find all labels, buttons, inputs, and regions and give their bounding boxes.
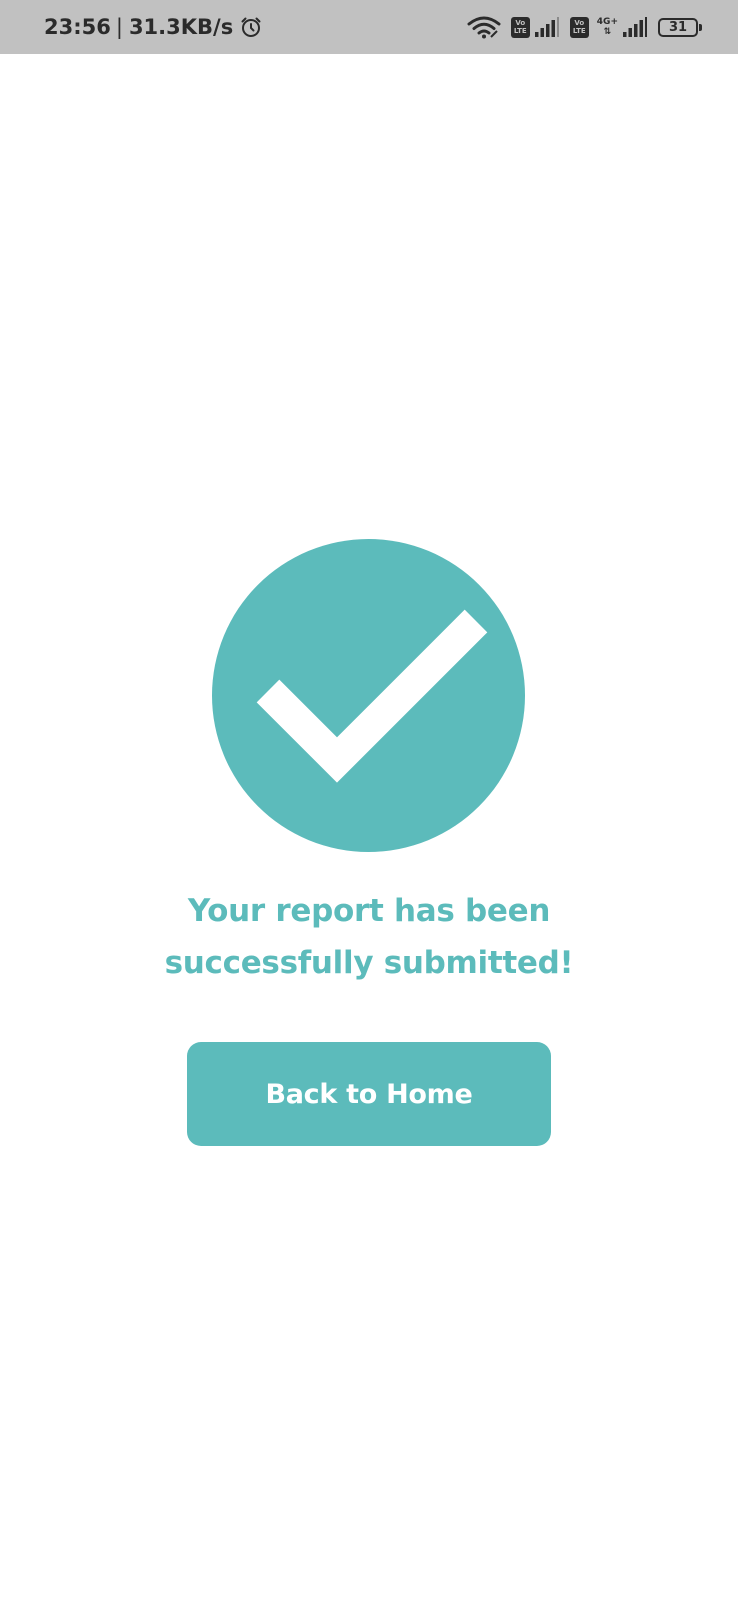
status-separator: | (115, 15, 123, 39)
status-right: Vo LTE Vo LTE 4G+ ⇅ 31 (463, 0, 702, 54)
alarm-clock-icon (239, 15, 263, 39)
status-left: 23:56 | 31.3KB/s (44, 0, 263, 54)
clock: 23:56 (44, 15, 111, 39)
sim1-signal-icon (534, 16, 560, 38)
sim1-volte-top: Vo (515, 19, 526, 27)
sim2-volte-badge: Vo LTE (569, 16, 589, 38)
sim2-volte-top: Vo (574, 19, 585, 27)
data-activity-icon: ⇅ (603, 27, 612, 37)
back-to-home-button[interactable]: Back to Home (187, 1042, 551, 1146)
network-speed: 31.3KB/s (128, 15, 234, 39)
wifi-icon (467, 15, 501, 39)
checkmark-circle-icon (212, 539, 525, 852)
success-message-line-2: successfully submitted! (164, 945, 574, 981)
sim1-volte-badge: Vo LTE (510, 16, 530, 38)
sim2-volte-bottom: LTE (572, 27, 586, 35)
success-message-line-1: Your report has been (187, 893, 551, 929)
sim2-signal-icon (622, 16, 648, 38)
network-type-label: 4G+ (596, 17, 618, 27)
status-bar: 23:56 | 31.3KB/s Vo LTE Vo LTE 4G+ ⇅ 31 (0, 0, 738, 54)
battery-level: 31 (668, 19, 688, 35)
sim1-volte-bottom: LTE (513, 27, 527, 35)
success-message: Your report has been successfully submit… (0, 885, 738, 989)
sim2-network-type: 4G+ ⇅ (597, 17, 618, 37)
battery-icon: 31 (658, 17, 702, 37)
